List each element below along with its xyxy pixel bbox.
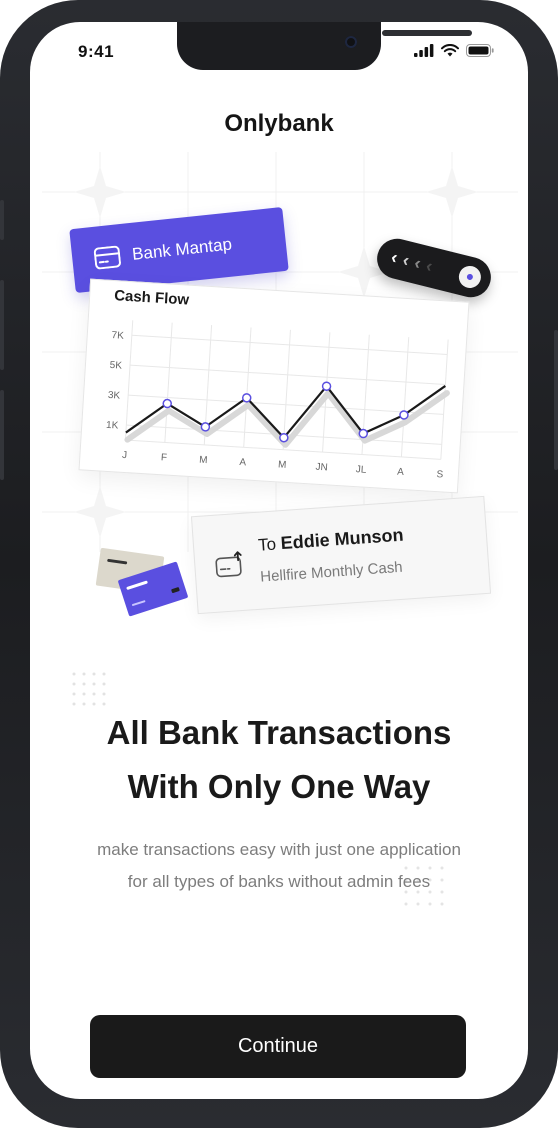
chevron-left-icon: ‹: [412, 252, 424, 274]
transfer-prefix: To: [257, 534, 277, 555]
phone-volume-up: [0, 280, 4, 370]
transfer-card: To Eddie Munson Hellfire Monthly Cash: [190, 495, 492, 615]
chevron-left-icon: ‹: [400, 249, 412, 271]
chevron-left-icon: ‹: [389, 246, 400, 268]
cash-flow-chart: 7K 5K 3K 1K J F M A M JN JL A S: [106, 320, 450, 481]
y-tick-label: 1K: [106, 420, 119, 432]
battery-icon: [466, 44, 494, 57]
y-tick-label: 3K: [108, 390, 121, 402]
app-title: Onlybank: [224, 110, 334, 137]
phone-side-button: [0, 200, 4, 240]
transfer-note: Hellfire Monthly Cash: [259, 558, 404, 586]
onboarding-headline: All Bank Transactions With Only One Way: [30, 706, 528, 814]
grid-line-vertical: [243, 327, 252, 448]
transfer-recipient: To Eddie Munson: [257, 525, 404, 556]
x-tick-label: A: [239, 457, 247, 468]
x-tick-label: M: [278, 459, 287, 470]
status-icons: [414, 44, 494, 57]
grid-line-vertical: [124, 320, 134, 441]
x-tick-label: M: [199, 455, 208, 466]
data-point: [279, 432, 289, 443]
data-point: [358, 428, 369, 439]
data-point: [162, 398, 172, 409]
continue-button[interactable]: Continue: [90, 1015, 466, 1078]
transfer-card-icon: [215, 551, 242, 578]
notch: [177, 22, 472, 70]
data-point: [200, 422, 211, 432]
x-tick-label: F: [161, 452, 168, 463]
subtext-line-2: for all types of banks without admin fee…: [127, 872, 431, 891]
slider-knob[interactable]: [456, 263, 484, 291]
bank-card-label: Bank Mantap: [131, 234, 233, 264]
data-point: [241, 393, 252, 403]
grid-line-vertical: [164, 322, 173, 443]
onboarding-subtext: make transactions easy with just one app…: [60, 834, 498, 898]
data-point: [399, 410, 409, 420]
recipient-name: Eddie Munson: [280, 524, 405, 554]
credit-card-icon: [93, 245, 121, 270]
front-camera: [345, 36, 357, 48]
cellular-signal-icon: [414, 44, 434, 57]
data-point: [321, 381, 332, 391]
y-tick-label: 5K: [109, 360, 122, 372]
x-tick-label: A: [397, 467, 405, 478]
headline-line-1: All Bank Transactions: [106, 714, 452, 751]
grid-line-vertical: [400, 337, 410, 457]
x-tick-label: J: [122, 450, 128, 461]
subtext-line-1: make transactions easy with just one app…: [97, 840, 461, 859]
chevron-left-icon: ‹: [424, 255, 435, 277]
x-tick-label: S: [436, 469, 444, 480]
continue-button-label: Continue: [237, 1035, 319, 1057]
y-tick-label: 7K: [111, 330, 124, 342]
x-tick-label: JN: [315, 462, 328, 474]
phone-power-button: [554, 330, 558, 470]
cash-flow-card: Cash Flow 7K 5K 3K 1K J F M A M JN JL A S: [78, 278, 470, 494]
chart-title: Cash Flow: [113, 287, 190, 309]
wifi-icon: [441, 44, 459, 57]
speaker: [382, 30, 472, 36]
x-tick-label: JL: [355, 464, 367, 476]
status-time: 9:41: [78, 42, 115, 61]
phone-screen: 9:41 Onlybank Bank Mantap ‹ ‹ ‹ ‹ Cash F…: [30, 22, 528, 1099]
phone-volume-down: [0, 390, 4, 480]
headline-line-2: With Only One Way: [127, 768, 431, 805]
